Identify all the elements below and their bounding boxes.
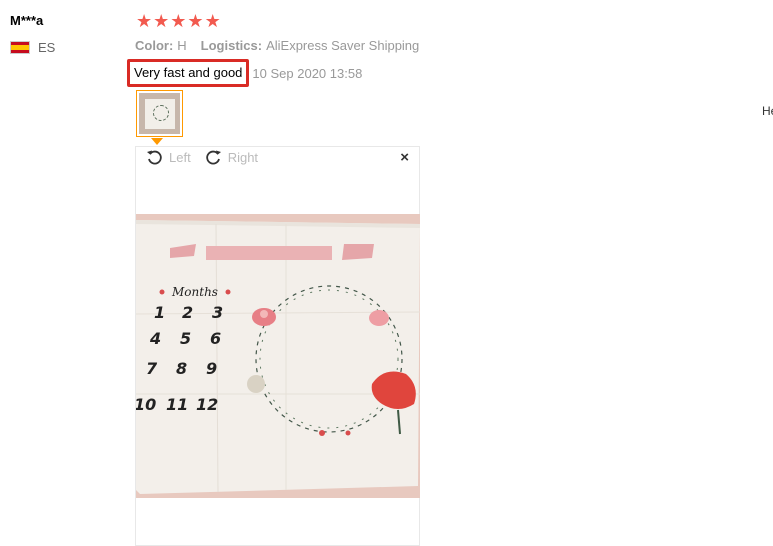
viewer-toolbar: Left Right [146,149,266,166]
months-label: Months [171,285,218,299]
number-2: 2 [182,303,193,322]
number-4: 4 [149,329,161,348]
number-11: 11 [166,395,188,414]
reviewer-country: ES [10,40,55,55]
close-viewer-button[interactable]: × [400,149,409,167]
logistics-value: AliExpress Saver Shipping [266,38,420,53]
thumbnail-pointer [151,138,163,145]
rotate-left-button[interactable]: Left [146,149,191,166]
logistics-label: Logistics: [200,38,263,53]
review-photo-thumbnail[interactable] [136,90,183,137]
star-icon: ★ [204,11,221,32]
number-6: 6 [210,329,221,348]
rotate-right-label: Right [227,150,259,165]
number-9: 9 [206,359,217,378]
number-10: 10 [136,395,156,414]
reviewer-name: M***a [10,13,44,28]
photo-viewer: Left Right × Months 1 2 3 4 5 6 7 8 9 10… [135,146,420,546]
review-photo: Months 1 2 3 4 5 6 7 8 9 10 11 12 [136,214,420,498]
thumbnail-image [139,93,180,134]
star-icon: ★ [170,11,187,32]
star-icon: ★ [136,11,153,32]
country-code: ES [38,40,56,55]
cut-off-text: He [762,104,773,118]
rotate-left-icon [147,150,162,165]
review-meta: Color: H Logistics: AliExpress Saver Shi… [135,38,419,53]
review-text: Very fast and good [127,59,250,87]
review-date: 10 Sep 2020 13:58 [252,65,363,81]
star-rating: ★ ★ ★ ★ ★ [136,12,221,32]
rotate-right-button[interactable]: Right [205,149,258,166]
number-1: 1 [154,303,165,322]
color-label: Color: [135,38,174,53]
number-3: 3 [212,303,223,322]
color-value: H [177,38,187,53]
star-icon: ★ [187,11,204,32]
number-7: 7 [146,359,158,378]
spain-flag-icon [10,41,30,54]
number-8: 8 [176,359,187,378]
review-line: Very fast and good 10 Sep 2020 13:58 [127,59,362,87]
rotate-left-label: Left [169,150,191,165]
rotate-right-icon [206,150,221,165]
number-12: 12 [196,395,218,414]
star-icon: ★ [153,11,170,32]
number-5: 5 [180,329,191,348]
